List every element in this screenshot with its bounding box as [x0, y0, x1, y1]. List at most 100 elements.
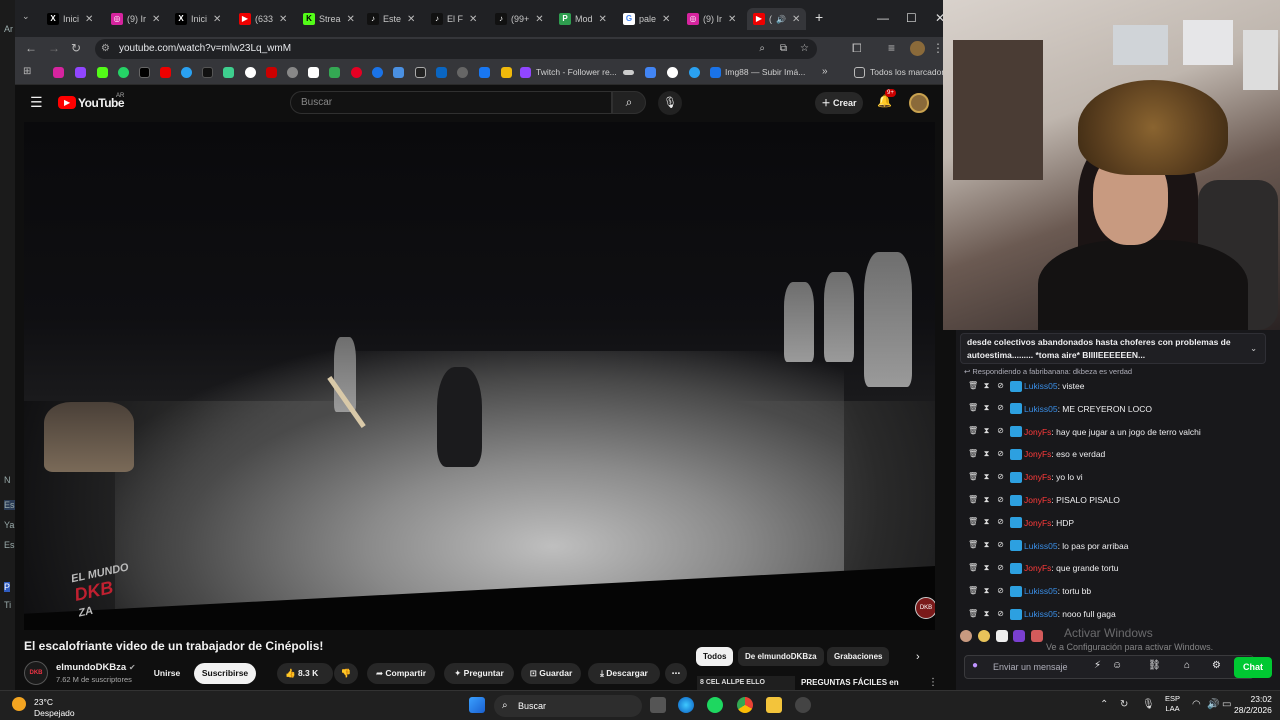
app-icon[interactable]: [795, 697, 811, 713]
delete-icon[interactable]: 🗑: [968, 426, 978, 437]
ban-icon[interactable]: ⊘: [996, 495, 1005, 506]
chat-message[interactable]: 🗑 ⧗ ⊘ Lukiss05: nooo full gaga: [968, 606, 1116, 622]
close-icon[interactable]: ✕: [152, 14, 160, 25]
bookmark-icon[interactable]: [623, 70, 634, 75]
delete-icon[interactable]: 🗑: [968, 472, 978, 483]
close-icon[interactable]: ✕: [662, 14, 670, 25]
close-icon[interactable]: ✕: [279, 14, 287, 25]
join-button[interactable]: Unirse: [144, 663, 190, 684]
minimize-icon[interactable]: —: [877, 11, 889, 25]
tiktok-icon[interactable]: [202, 67, 213, 78]
browser-tab[interactable]: X Inici ✕: [47, 8, 93, 30]
chat-username[interactable]: JonyFs: [1024, 427, 1051, 437]
forward-icon[interactable]: →: [48, 41, 60, 55]
bookmark-icon[interactable]: [372, 67, 383, 78]
bookmark-icon[interactable]: [689, 67, 700, 78]
more-icon[interactable]: ⋮: [928, 677, 938, 688]
file-explorer-icon[interactable]: [766, 697, 782, 713]
bookmark-icon[interactable]: [479, 67, 490, 78]
chat-username[interactable]: JonyFs: [1024, 472, 1051, 482]
close-icon[interactable]: ✕: [728, 14, 736, 25]
all-bookmarks[interactable]: Todos los marcadores: [870, 67, 953, 77]
timeout-icon[interactable]: ⧗: [982, 517, 991, 528]
channel-name[interactable]: elmundoDKBza ✔: [56, 662, 136, 673]
subscribe-button[interactable]: Suscribirse: [194, 663, 256, 684]
browser-tab[interactable]: P Mod ✕: [559, 8, 607, 30]
speaker-icon[interactable]: 🔊: [776, 15, 786, 24]
timeout-icon[interactable]: ⧗: [982, 426, 991, 437]
extensions-icon[interactable]: ⧠: [852, 41, 862, 56]
close-icon[interactable]: ✕: [535, 14, 543, 25]
google-icon[interactable]: [667, 67, 678, 78]
timeout-icon[interactable]: ⧗: [982, 540, 991, 551]
ban-icon[interactable]: ⊘: [996, 381, 1005, 392]
chat-username[interactable]: Lukiss05: [1024, 609, 1058, 619]
drive-icon[interactable]: [329, 67, 340, 78]
zoom-icon[interactable]: ⌕: [759, 39, 765, 59]
bookmark-icon[interactable]: [393, 67, 404, 78]
channel-avatar[interactable]: DKB: [24, 661, 48, 685]
timeout-icon[interactable]: ⧗: [982, 449, 991, 460]
avatar[interactable]: [909, 93, 929, 113]
timeout-icon[interactable]: ⧗: [982, 563, 991, 574]
browser-tab[interactable]: Gpale ✕: [623, 8, 670, 30]
bookmark-icon[interactable]: [501, 67, 512, 78]
chat-message[interactable]: 🗑 ⧗ ⊘ JonyFs: hay que jugar a un jogo de te…: [968, 424, 1201, 440]
chat-message[interactable]: 🗑 ⧗ ⊘ Lukiss05: tortu bb: [968, 583, 1091, 599]
edge-icon[interactable]: [678, 697, 694, 713]
timeout-icon[interactable]: ⧗: [982, 495, 991, 506]
tab-search-icon[interactable]: ⌄: [22, 11, 30, 22]
browser-tab[interactable]: X Inici ✕: [175, 8, 221, 30]
browser-tab[interactable]: ◎ (9) Ir ✕: [687, 8, 736, 30]
chat-username[interactable]: JonyFs: [1024, 449, 1051, 459]
browser-tab[interactable]: ▶ (633 ✕: [239, 8, 287, 30]
chat-message[interactable]: 🗑 ⧗ ⊘ JonyFs: HDP: [968, 515, 1074, 531]
search-icon[interactable]: ⌕: [612, 91, 646, 114]
chat-message[interactable]: 🗑 ⧗ ⊘ JonyFs: que grande tortu: [968, 560, 1119, 576]
chat-message[interactable]: 🗑 ⧗ ⊘ Lukiss05: ME CREYERON LOCO: [968, 401, 1152, 417]
up-icon[interactable]: [308, 67, 319, 78]
youtube-icon[interactable]: [160, 67, 171, 78]
ban-icon[interactable]: ⊘: [996, 426, 1005, 437]
spotify-icon[interactable]: [707, 697, 723, 713]
browser-tab-active[interactable]: ▶ (🔊 ✕: [747, 8, 807, 30]
ban-icon[interactable]: ⊘: [996, 609, 1005, 620]
cloud-icon[interactable]: [181, 67, 192, 78]
windows-start-icon[interactable]: [469, 697, 485, 713]
url-input[interactable]: ⚙ youtube.com/watch?v=mlw23Lq_wmM ⌕ ⧉ ☆: [95, 39, 817, 59]
timeout-icon[interactable]: ⧗: [982, 586, 991, 597]
battery-icon[interactable]: ▭: [1222, 699, 1231, 710]
ban-icon[interactable]: ⊘: [996, 563, 1005, 574]
ban-icon[interactable]: ⊘: [996, 517, 1005, 528]
ask-button[interactable]: ✦ Preguntar: [444, 663, 514, 684]
chrome-icon[interactable]: [737, 697, 753, 713]
close-icon[interactable]: ✕: [213, 14, 221, 25]
cast-icon[interactable]: ⧉: [780, 39, 787, 59]
twitch-icon[interactable]: [75, 67, 86, 78]
bookmark-icon[interactable]: [223, 67, 234, 78]
ban-icon[interactable]: ⊘: [996, 540, 1005, 551]
media-icon[interactable]: ≡: [888, 41, 895, 55]
chip-channel[interactable]: De elmundoDKBza: [738, 647, 824, 666]
profile-avatar[interactable]: [910, 41, 925, 56]
close-icon[interactable]: ✕: [599, 14, 607, 25]
browser-tab[interactable]: ♪ (99+ ✕: [495, 8, 544, 30]
language-indicator[interactable]: ESP LAA: [1165, 694, 1180, 714]
maximize-icon[interactable]: ☐: [906, 11, 917, 25]
delete-icon[interactable]: 🗑: [968, 517, 978, 528]
chat-message[interactable]: 🗑 ⧗ ⊘ JonyFs: PISALO PISALO: [968, 492, 1120, 508]
chevron-up-icon[interactable]: ⌃: [1100, 699, 1108, 710]
volume-icon[interactable]: 🔊: [1207, 699, 1219, 710]
save-button[interactable]: ⊡ Guardar: [521, 663, 581, 684]
browser-tab[interactable]: ◎ (9) Ir ✕: [111, 8, 160, 30]
bookmark-icon[interactable]: [266, 67, 277, 78]
close-icon[interactable]: ✕: [469, 14, 477, 25]
kick-icon[interactable]: [97, 67, 108, 78]
chevron-right-icon[interactable]: ›: [916, 651, 920, 663]
recommended-thumbnail[interactable]: 8 CEL ALLPE ELLO: [697, 676, 795, 690]
reload-icon[interactable]: ↻: [71, 41, 81, 55]
bookmark-twitch[interactable]: Twitch - Follower re...: [536, 67, 617, 77]
close-icon[interactable]: ✕: [792, 14, 800, 25]
up-icon[interactable]: [415, 67, 426, 78]
delete-icon[interactable]: 🗑: [968, 449, 978, 460]
